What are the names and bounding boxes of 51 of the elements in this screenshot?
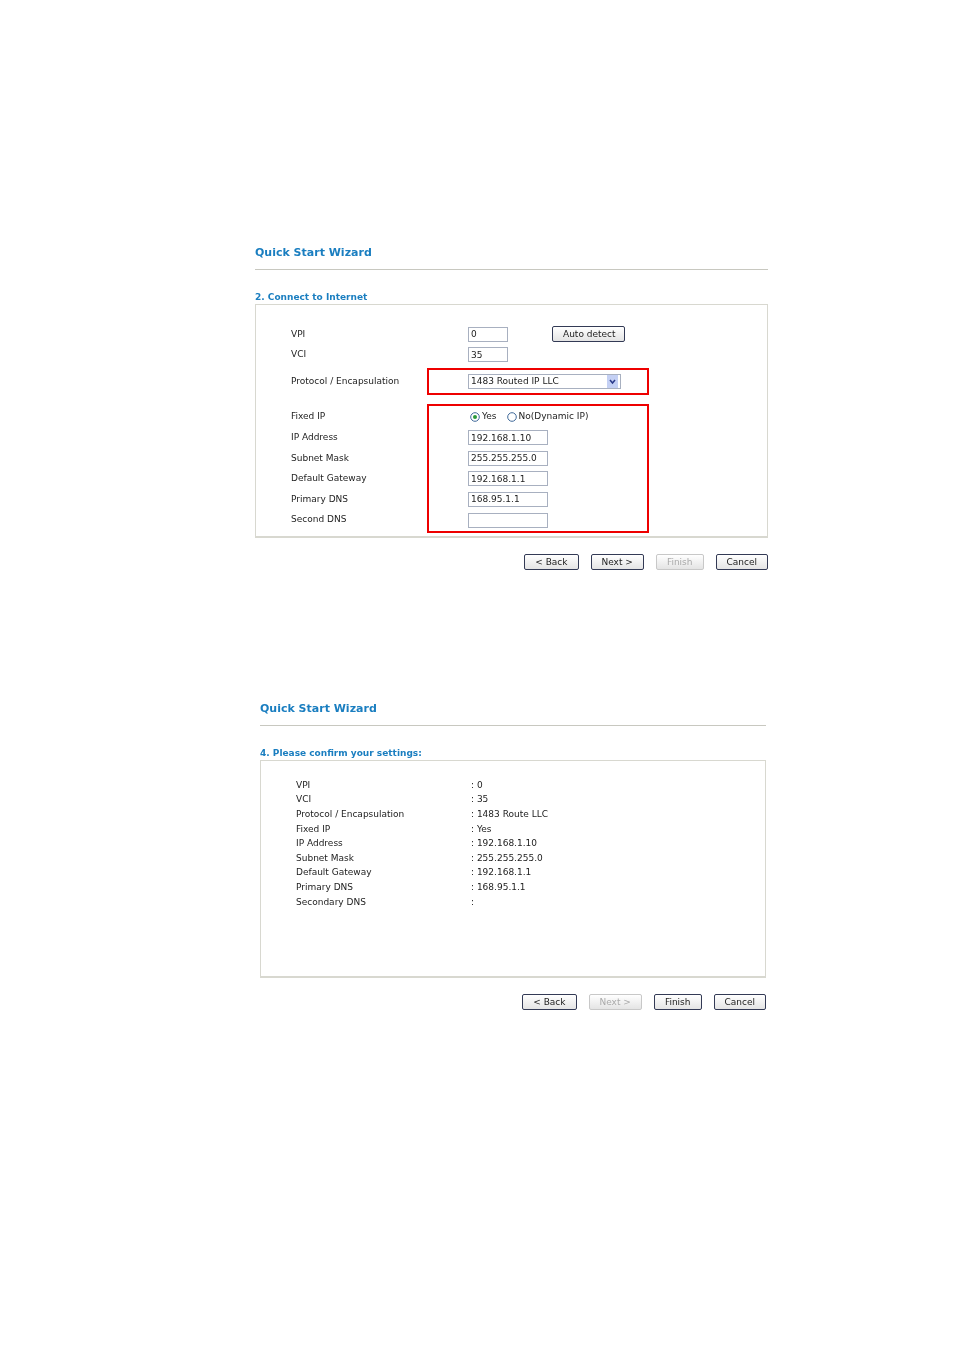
field-value: : <box>471 895 475 909</box>
wizard-button[interactable]: Next > <box>590 554 644 571</box>
wizard-title: Quick Start Wizard <box>260 701 377 718</box>
field-label: Second DNS <box>291 513 348 527</box>
field-value: : 35 <box>471 793 489 807</box>
field-label: Fixed IP <box>296 822 332 836</box>
select-dropdown[interactable]: 1483 Routed IP LLC <box>468 374 621 389</box>
wizard-button[interactable]: Finish <box>653 994 702 1011</box>
field-label: Primary DNS <box>296 881 354 895</box>
radio-option[interactable]: No(Dynamic IP) <box>506 410 589 424</box>
field-value: : Yes <box>471 822 492 836</box>
field-label: Primary DNS <box>291 492 349 506</box>
wizard-button[interactable]: < Back <box>522 994 577 1011</box>
field-label: Protocol / Encapsulation <box>291 374 401 388</box>
wizard-button[interactable]: Cancel <box>713 994 766 1011</box>
wizard-button[interactable]: Cancel <box>715 554 768 571</box>
input-field[interactable]: 0 <box>468 326 508 342</box>
auto-detect-button[interactable]: Auto detect <box>552 326 625 343</box>
input-field[interactable]: 255.255.255.0 <box>468 450 548 466</box>
field-label: Fixed IP <box>291 410 327 424</box>
field-value: : 0 <box>471 778 483 792</box>
wizard-title: Quick Start Wizard <box>255 245 372 261</box>
field-label: Secondary DNS <box>296 895 367 909</box>
radio-icon[interactable] <box>470 412 480 423</box>
field-value: : 192.168.1.10 <box>471 837 537 851</box>
radio-icon[interactable] <box>506 412 517 423</box>
field-value: : 1483 Route LLC <box>471 808 548 822</box>
radio-option[interactable]: Yes <box>470 410 497 424</box>
field-label: VCI <box>296 793 313 807</box>
field-value: : 192.168.1.1 <box>471 866 532 880</box>
field-label: IP Address <box>291 430 339 444</box>
field-label: IP Address <box>296 837 344 851</box>
section-heading: 4. Please confirm your settings: <box>260 746 422 760</box>
section-heading: 2. Connect to Internet <box>255 290 368 304</box>
field-label: Default Gateway <box>291 472 368 486</box>
field-value: : 255.255.255.0 <box>471 851 543 865</box>
field-value: : 168.95.1.1 <box>471 881 526 895</box>
input-field[interactable]: 192.168.1.1 <box>468 471 548 487</box>
select-value: 1483 Routed IP LLC <box>471 374 559 388</box>
field-label: VPI <box>296 778 312 792</box>
field-label: VPI <box>291 327 307 341</box>
input-field[interactable]: 35 <box>468 347 508 363</box>
input-field[interactable]: 192.168.1.10 <box>468 430 548 446</box>
field-label: Subnet Mask <box>296 851 355 865</box>
field-label: Protocol / Encapsulation <box>296 808 406 822</box>
wizard-button[interactable]: < Back <box>524 554 579 571</box>
field-label: Default Gateway <box>296 866 373 880</box>
field-label: VCI <box>291 348 308 362</box>
input-field[interactable]: 168.95.1.1 <box>468 491 548 507</box>
input-field[interactable] <box>468 512 548 528</box>
field-label: Subnet Mask <box>291 451 350 465</box>
